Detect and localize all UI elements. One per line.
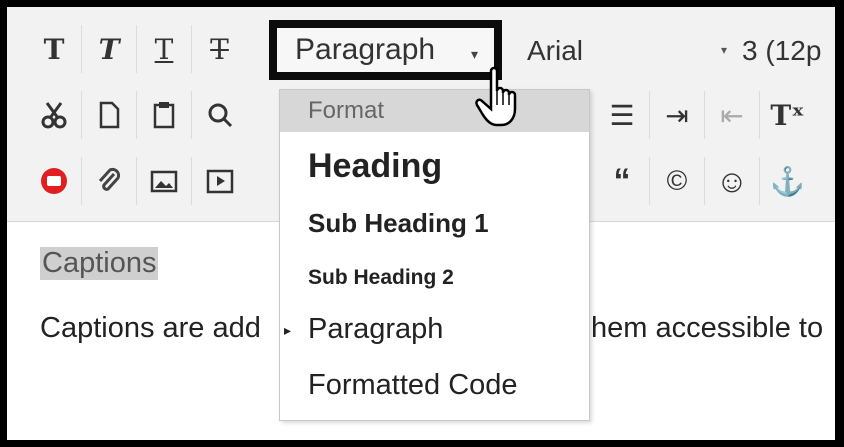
font-select-value: Arial <box>527 35 584 66</box>
font-size-value: 3 (12p <box>742 35 822 66</box>
content-heading: Captions <box>40 247 159 280</box>
bold-button[interactable]: T <box>27 25 82 73</box>
content-paragraph: Captions are add <box>40 312 261 344</box>
find-icon[interactable] <box>192 91 247 139</box>
chevron-down-icon: ▾ <box>470 46 478 62</box>
toolbar-row-3-right: “ © ☺ ⚓ <box>595 157 815 205</box>
dropdown-item-formatted-code[interactable]: Formatted Code <box>308 369 518 402</box>
media-icon[interactable] <box>192 157 247 205</box>
indent-icon[interactable]: ⇥ <box>650 91 705 139</box>
chevron-down-icon: ▾ <box>720 43 727 57</box>
format-dropdown: Format Heading Sub Heading 1 Sub Heading… <box>279 89 590 421</box>
content-paragraph-tail: hem accessible to <box>591 312 824 344</box>
dropdown-item-sub-heading-1[interactable]: Sub Heading 1 <box>308 208 489 239</box>
strikethrough-button[interactable]: T <box>192 25 247 73</box>
image-icon[interactable] <box>137 157 192 205</box>
toolbar-row-2-right: ☰ ⇥ ⇤ Tˣ <box>595 91 815 139</box>
dropdown-item-paragraph[interactable]: Paragraph <box>308 313 443 346</box>
font-size-select[interactable]: 3 (12p <box>742 27 835 75</box>
hand-cursor-icon <box>475 66 517 127</box>
emoji-icon[interactable]: ☺ <box>705 157 760 205</box>
format-select-value: Paragraph <box>295 33 436 66</box>
dropdown-item-heading[interactable]: Heading <box>308 147 442 186</box>
cut-icon[interactable] <box>27 91 82 139</box>
selected-marker-icon: ▸ <box>284 322 292 338</box>
copyright-icon[interactable]: © <box>650 157 705 205</box>
dropdown-item-sub-heading-2[interactable]: Sub Heading 2 <box>308 266 454 290</box>
underline-button[interactable]: T <box>137 25 192 73</box>
font-select[interactable]: Arial ▾ <box>517 27 737 75</box>
italic-button[interactable]: T <box>82 25 137 73</box>
paste-icon[interactable] <box>137 91 192 139</box>
anchor-icon[interactable]: ⚓ <box>760 157 815 205</box>
align-icon[interactable]: ☰ <box>595 91 650 139</box>
attach-icon[interactable] <box>82 157 137 205</box>
copy-icon[interactable] <box>82 91 137 139</box>
toolbar-row-1: T T T T <box>27 21 247 77</box>
outdent-icon[interactable]: ⇤ <box>705 91 760 139</box>
toolbar-row-3 <box>27 153 247 209</box>
youtube-icon[interactable] <box>27 157 82 205</box>
quote-icon[interactable]: “ <box>595 157 650 205</box>
toolbar-row-2 <box>27 87 247 143</box>
dropdown-header: Format <box>280 90 589 132</box>
format-select[interactable]: Paragraph ▾ <box>269 20 502 80</box>
editor-frame: T T T T Paragraph ▾ Arial ▾ 3 (12p ☰ ⇥ ⇤… <box>7 7 835 440</box>
superscript-icon[interactable]: Tˣ <box>760 91 815 139</box>
